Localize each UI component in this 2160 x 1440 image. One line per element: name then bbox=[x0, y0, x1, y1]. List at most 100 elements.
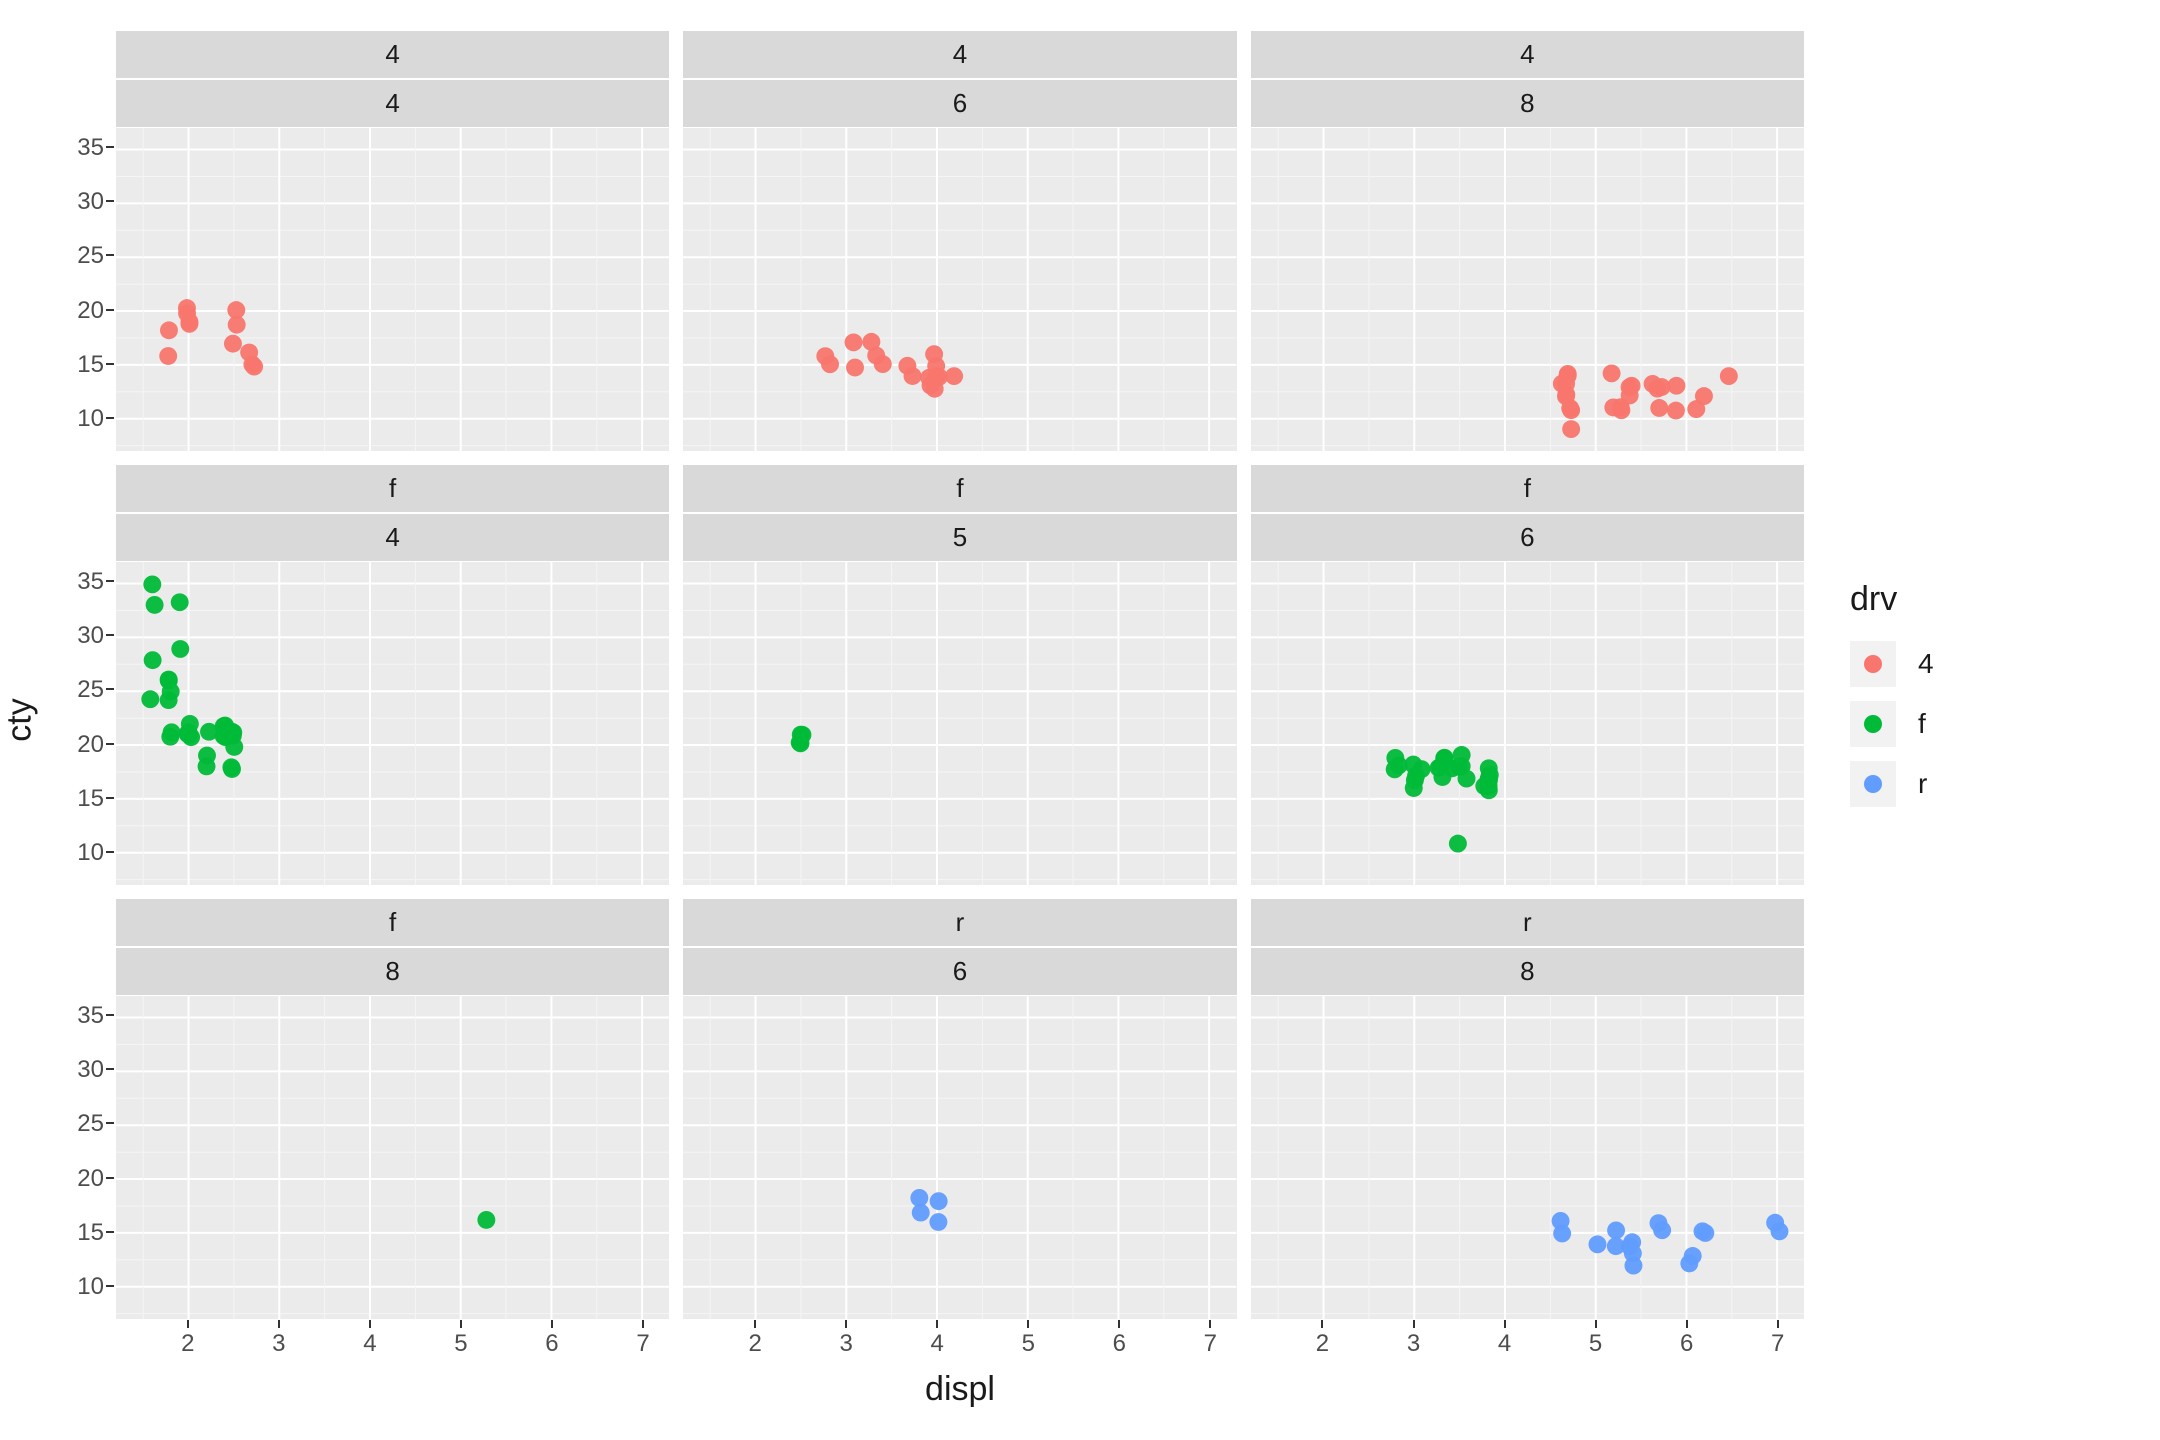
x-tick-group: 234567 bbox=[1250, 1320, 1805, 1370]
facet-strip: 6 bbox=[1251, 513, 1804, 562]
legend-key bbox=[1850, 701, 1896, 747]
x-tick-label: 6 bbox=[545, 1330, 558, 1358]
data-point bbox=[160, 672, 178, 690]
x-tick-label: 4 bbox=[931, 1330, 944, 1358]
data-point bbox=[845, 333, 863, 351]
plot-panel bbox=[1251, 562, 1804, 885]
facet-strip: 4 bbox=[116, 513, 669, 562]
facet-panel: r8 bbox=[1250, 898, 1805, 1320]
legend-label: f bbox=[1918, 708, 1926, 740]
data-point bbox=[143, 575, 161, 593]
facet-panel: f5 bbox=[682, 464, 1237, 886]
data-point bbox=[1558, 365, 1576, 383]
data-point bbox=[1693, 1222, 1711, 1240]
x-tick-label: 5 bbox=[1022, 1330, 1035, 1358]
facet-strip: 8 bbox=[1251, 947, 1804, 996]
data-point bbox=[930, 1192, 948, 1210]
facet-grid: 444648f4f5f6f8r6r8 bbox=[115, 30, 1805, 1320]
data-point bbox=[1480, 766, 1498, 784]
data-point bbox=[1404, 779, 1422, 797]
legend-label: r bbox=[1918, 768, 1927, 800]
y-tick-label: 35 bbox=[77, 568, 104, 596]
data-point bbox=[1412, 760, 1430, 778]
data-point bbox=[1624, 1257, 1642, 1275]
x-tick-label: 4 bbox=[363, 1330, 376, 1358]
plot-panel bbox=[683, 128, 1236, 451]
data-point bbox=[180, 315, 198, 333]
legend-key bbox=[1850, 761, 1896, 807]
y-tick-label: 35 bbox=[77, 1002, 104, 1030]
facet-panel: r6 bbox=[682, 898, 1237, 1320]
y-tick-label: 15 bbox=[77, 1219, 104, 1247]
data-point bbox=[930, 1213, 948, 1231]
y-tick-label: 10 bbox=[77, 1273, 104, 1301]
legend-dot-icon bbox=[1864, 655, 1882, 673]
data-point bbox=[1562, 420, 1580, 438]
chart-root: cty 444648f4f5f6f8r6r8 10152025303510152… bbox=[0, 0, 2160, 1440]
facet-strip: f bbox=[116, 465, 669, 513]
data-point bbox=[141, 690, 159, 708]
x-tick-label: 3 bbox=[1407, 1330, 1420, 1358]
plot-panel bbox=[683, 996, 1236, 1319]
facet-strip: 6 bbox=[683, 947, 1236, 996]
data-point bbox=[180, 723, 198, 741]
facet-panel: f8 bbox=[115, 898, 670, 1320]
data-point bbox=[146, 596, 164, 614]
data-point bbox=[846, 359, 864, 377]
y-tick-group: 101520253035 bbox=[0, 126, 104, 452]
legend-dot-icon bbox=[1864, 775, 1882, 793]
facet-strip: 4 bbox=[683, 31, 1236, 79]
x-tick-label: 5 bbox=[1589, 1330, 1602, 1358]
x-tick-label: 2 bbox=[181, 1330, 194, 1358]
y-tick-label: 25 bbox=[77, 242, 104, 270]
data-point bbox=[1588, 1235, 1606, 1253]
legend: drv 4fr bbox=[1850, 580, 2080, 821]
facet-strip: r bbox=[1251, 899, 1804, 947]
data-point bbox=[904, 367, 922, 385]
data-point bbox=[160, 321, 178, 339]
y-tick-label: 10 bbox=[77, 839, 104, 867]
data-point bbox=[1551, 1212, 1569, 1230]
data-point bbox=[198, 757, 216, 775]
facet-strip: 5 bbox=[683, 513, 1236, 562]
data-point bbox=[1457, 770, 1475, 788]
legend-item: r bbox=[1850, 761, 2080, 807]
y-tick-group: 101520253035 bbox=[0, 994, 104, 1320]
legend-title: drv bbox=[1850, 580, 2080, 619]
data-point bbox=[817, 347, 835, 365]
y-tick-label: 20 bbox=[77, 731, 104, 759]
legend-dot-icon bbox=[1864, 715, 1882, 733]
data-point bbox=[178, 299, 196, 317]
plot-panel bbox=[116, 128, 669, 451]
data-point bbox=[1449, 835, 1467, 853]
data-point bbox=[171, 593, 189, 611]
data-point bbox=[874, 355, 892, 373]
x-tick-label: 2 bbox=[1316, 1330, 1329, 1358]
data-point bbox=[245, 358, 263, 376]
x-tick-group: 234567 bbox=[682, 1320, 1237, 1370]
data-point bbox=[1766, 1214, 1784, 1232]
data-point bbox=[1602, 364, 1620, 382]
y-tick-label: 10 bbox=[77, 405, 104, 433]
y-tick-label: 25 bbox=[77, 676, 104, 704]
y-tick-group: 101520253035 bbox=[0, 560, 104, 886]
data-point bbox=[222, 758, 240, 776]
legend-key bbox=[1850, 641, 1896, 687]
legend-item: f bbox=[1850, 701, 2080, 747]
data-point bbox=[159, 347, 177, 365]
plot-panel bbox=[1251, 996, 1804, 1319]
facet-strip: 6 bbox=[683, 79, 1236, 128]
y-tick-label: 30 bbox=[77, 1056, 104, 1084]
y-tick-label: 15 bbox=[77, 351, 104, 379]
data-point bbox=[1386, 749, 1404, 767]
data-point bbox=[477, 1211, 495, 1229]
data-point bbox=[1667, 377, 1685, 395]
data-point bbox=[1650, 399, 1668, 417]
facet-strip: f bbox=[1251, 465, 1804, 513]
x-axis-title: displ bbox=[925, 1370, 995, 1409]
data-point bbox=[224, 335, 242, 353]
facet-strip: 4 bbox=[1251, 31, 1804, 79]
data-point bbox=[1561, 399, 1579, 417]
facet-panel: 44 bbox=[115, 30, 670, 452]
y-tick-label: 35 bbox=[77, 134, 104, 162]
